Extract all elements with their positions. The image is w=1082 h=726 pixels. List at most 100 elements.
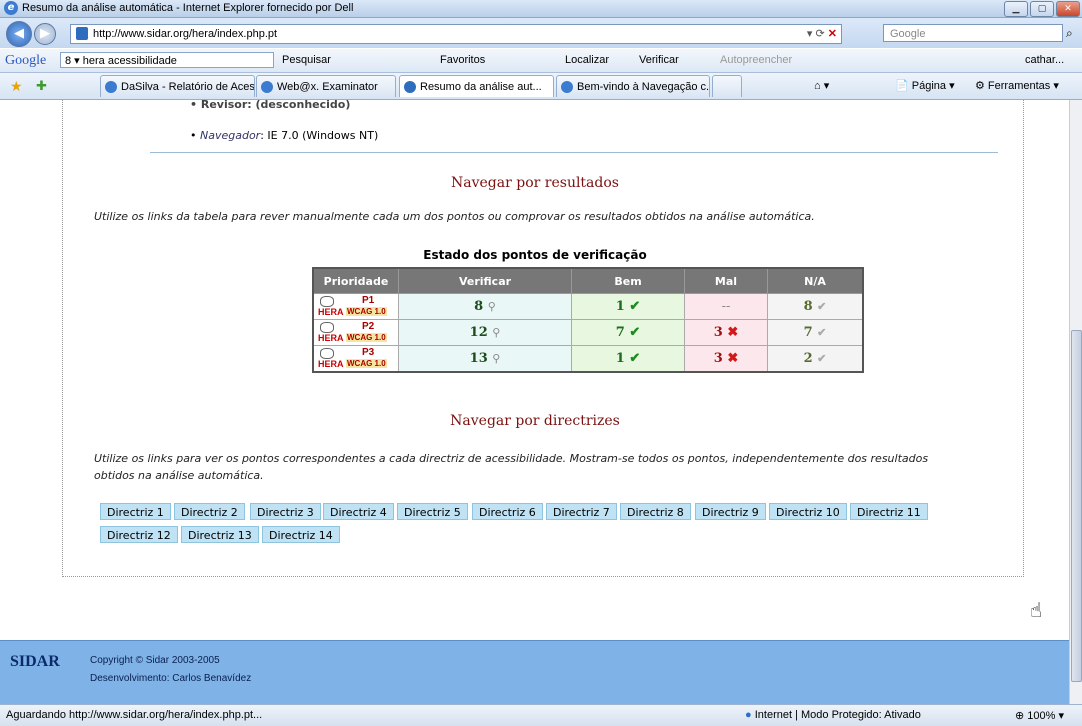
bem-link[interactable]: 7 ✔ [571,319,685,346]
tab-bem-vindo[interactable]: Bem-vindo à Navegação c... [556,75,710,97]
hera-logo-icon: HERA [318,348,344,369]
table-row: HERA P3 WCAG 1.0 13 ⚲ 1 ✔ 3 ✖ 2 ✔ [312,345,864,373]
directriz-10-button[interactable]: Directriz 10 [769,503,847,520]
priority-cell[interactable]: HERA P1 WCAG 1.0 [312,293,399,320]
back-button[interactable]: ◀ [6,21,32,47]
maximize-button[interactable]: ▢ [1030,1,1054,17]
address-bar: ◀ ▶ http://www.sidar.org/hera/index.php.… [0,18,1082,48]
verificar-link[interactable]: 12 ⚲ [398,319,572,346]
directriz-5-button[interactable]: Directriz 5 [397,503,468,520]
results-table: Prioridade Verificar Bem Mal N/A HERA P1… [312,267,864,373]
magnifier-icon: ⚲ [492,326,501,339]
window-controls: ▁ ▢ ✕ [1004,1,1080,17]
check-button[interactable]: Verificar [639,54,679,66]
tab-webax[interactable]: Web@x. Examinator [256,75,396,97]
col-header: Bem [571,267,685,294]
status-bar: Aguardando http://www.sidar.org/hera/ind… [0,704,1082,726]
sidar-logo[interactable]: SIDAR [10,653,60,671]
priority-cell[interactable]: HERA P2 WCAG 1.0 [312,319,399,346]
verificar-link[interactable]: 13 ⚲ [398,345,572,373]
na-link[interactable]: 2 ✔ [767,345,864,373]
col-header: Verificar [398,267,572,294]
directriz-13-button[interactable]: Directriz 13 [181,526,259,543]
window-title: Resumo da análise automática - Internet … [22,2,354,14]
url-field[interactable]: http://www.sidar.org/hera/index.php.pt ▾… [70,24,842,44]
site-favicon [76,27,88,40]
autofill-button[interactable]: Autopreencher [720,54,792,66]
directriz-4-button[interactable]: Directriz 4 [323,503,394,520]
directriz-6-button[interactable]: Directriz 6 [472,503,543,520]
check-icon: ✔ [629,299,641,314]
directriz-7-button[interactable]: Directriz 7 [546,503,617,520]
user-account[interactable]: cathar... [1025,54,1077,66]
page-menu[interactable]: 📄 Página ▾ [895,79,955,92]
directriz-1-button[interactable]: Directriz 1 [100,503,171,520]
verificar-link[interactable]: 8 ⚲ [398,293,572,320]
section-guidelines-title: Navegar por directrizes [450,413,620,429]
magnifier-icon: ⚲ [492,352,501,365]
check-icon: ✔ [629,351,641,366]
find-button[interactable]: Localizar [565,54,609,66]
hera-logo-icon: HERA [318,322,344,343]
directriz-8-button[interactable]: Directriz 8 [620,503,691,520]
priority-cell[interactable]: HERA P3 WCAG 1.0 [312,345,399,373]
mal-cell: -- [684,293,768,320]
favorites-button[interactable]: Favoritos [440,54,485,66]
google-logo: Google [5,53,47,68]
hand-pointer-icon[interactable]: ☝ [1030,598,1042,622]
hera-logo-icon: HERA [318,296,344,317]
close-button[interactable]: ✕ [1056,1,1080,17]
forward-button[interactable]: ▶ [34,23,56,45]
directriz-9-button[interactable]: Directriz 9 [695,503,766,520]
table-row: HERA P2 WCAG 1.0 12 ⚲ 7 ✔ 3 ✖ 7 ✔ [312,319,864,346]
directriz-12-button[interactable]: Directriz 12 [100,526,178,543]
zoom-control[interactable]: ⊕ 100% ▾ [1015,709,1064,722]
add-favorite-icon[interactable]: ✚ [36,78,47,94]
directriz-2-button[interactable]: Directriz 2 [174,503,245,520]
home-icon[interactable]: ⌂ ▾ [814,79,829,92]
tabs-bar: ★ ✚ DaSilva - Relatório de Aces... Web@x… [0,73,1082,100]
tools-menu[interactable]: ⚙ Ferramentas ▾ [975,79,1059,92]
copyright-text: Copyright © Sidar 2003-2005 [90,655,220,666]
tab-dasilva[interactable]: DaSilva - Relatório de Aces... [100,75,255,97]
google-search-button[interactable]: Pesquisar [282,54,331,66]
cross-icon: ✖ [727,351,739,366]
table-row: HERA P1 WCAG 1.0 8 ⚲ 1 ✔ -- 8 ✔ [312,293,864,320]
vertical-scrollbar[interactable] [1069,100,1082,704]
google-search-input[interactable]: 8 ▾ hera acessibilidade [60,52,274,68]
na-link[interactable]: 7 ✔ [767,319,864,346]
search-input[interactable]: Google [883,24,1063,42]
scrollbar-thumb[interactable] [1071,330,1082,682]
directriz-3-button[interactable]: Directriz 3 [250,503,321,520]
grey-check-icon: ✔ [817,326,827,339]
globe-icon: ● [745,709,752,721]
refresh-stop-icons[interactable]: ▾ ⟳ ✕ [807,25,837,43]
bem-link[interactable]: 1 ✔ [571,345,685,373]
title-bar: e Resumo da análise automática - Interne… [0,0,1082,18]
cross-icon: ✖ [727,325,739,340]
grey-check-icon: ✔ [817,300,827,313]
section-guidelines-text-2: obtidos na análise automática. [94,469,264,482]
status-text: Aguardando http://www.sidar.org/hera/ind… [6,709,263,721]
table-caption: Estado dos pontos de verificação [423,248,647,262]
na-link[interactable]: 8 ✔ [767,293,864,320]
minimize-button[interactable]: ▁ [1004,1,1028,17]
grey-check-icon: ✔ [817,352,827,365]
mal-link[interactable]: 3 ✖ [684,345,768,373]
security-zone[interactable]: ● Internet | Modo Protegido: Ativado [745,709,921,721]
directriz-14-button[interactable]: Directriz 14 [262,526,340,543]
mal-link[interactable]: 3 ✖ [684,319,768,346]
section-results-title: Navegar por resultados [451,175,619,191]
bullet-reviewer: • Revisor: (desconhecido) [190,100,351,111]
directriz-11-button[interactable]: Directriz 11 [850,503,928,520]
new-tab-button[interactable] [712,75,742,97]
favorites-star-icon[interactable]: ★ [10,78,23,95]
bem-link[interactable]: 1 ✔ [571,293,685,320]
google-toolbar: Google 8 ▾ hera acessibilidade Pesquisar… [0,49,1082,73]
col-header: Prioridade [312,267,399,294]
tab-resumo[interactable]: Resumo da análise aut... [399,75,554,97]
search-icon[interactable]: ⌕ [1066,26,1073,41]
section-guidelines-text-1: Utilize os links para ver os pontos corr… [94,452,929,465]
ie-logo-icon: e [4,1,18,15]
magnifier-icon: ⚲ [487,300,496,313]
